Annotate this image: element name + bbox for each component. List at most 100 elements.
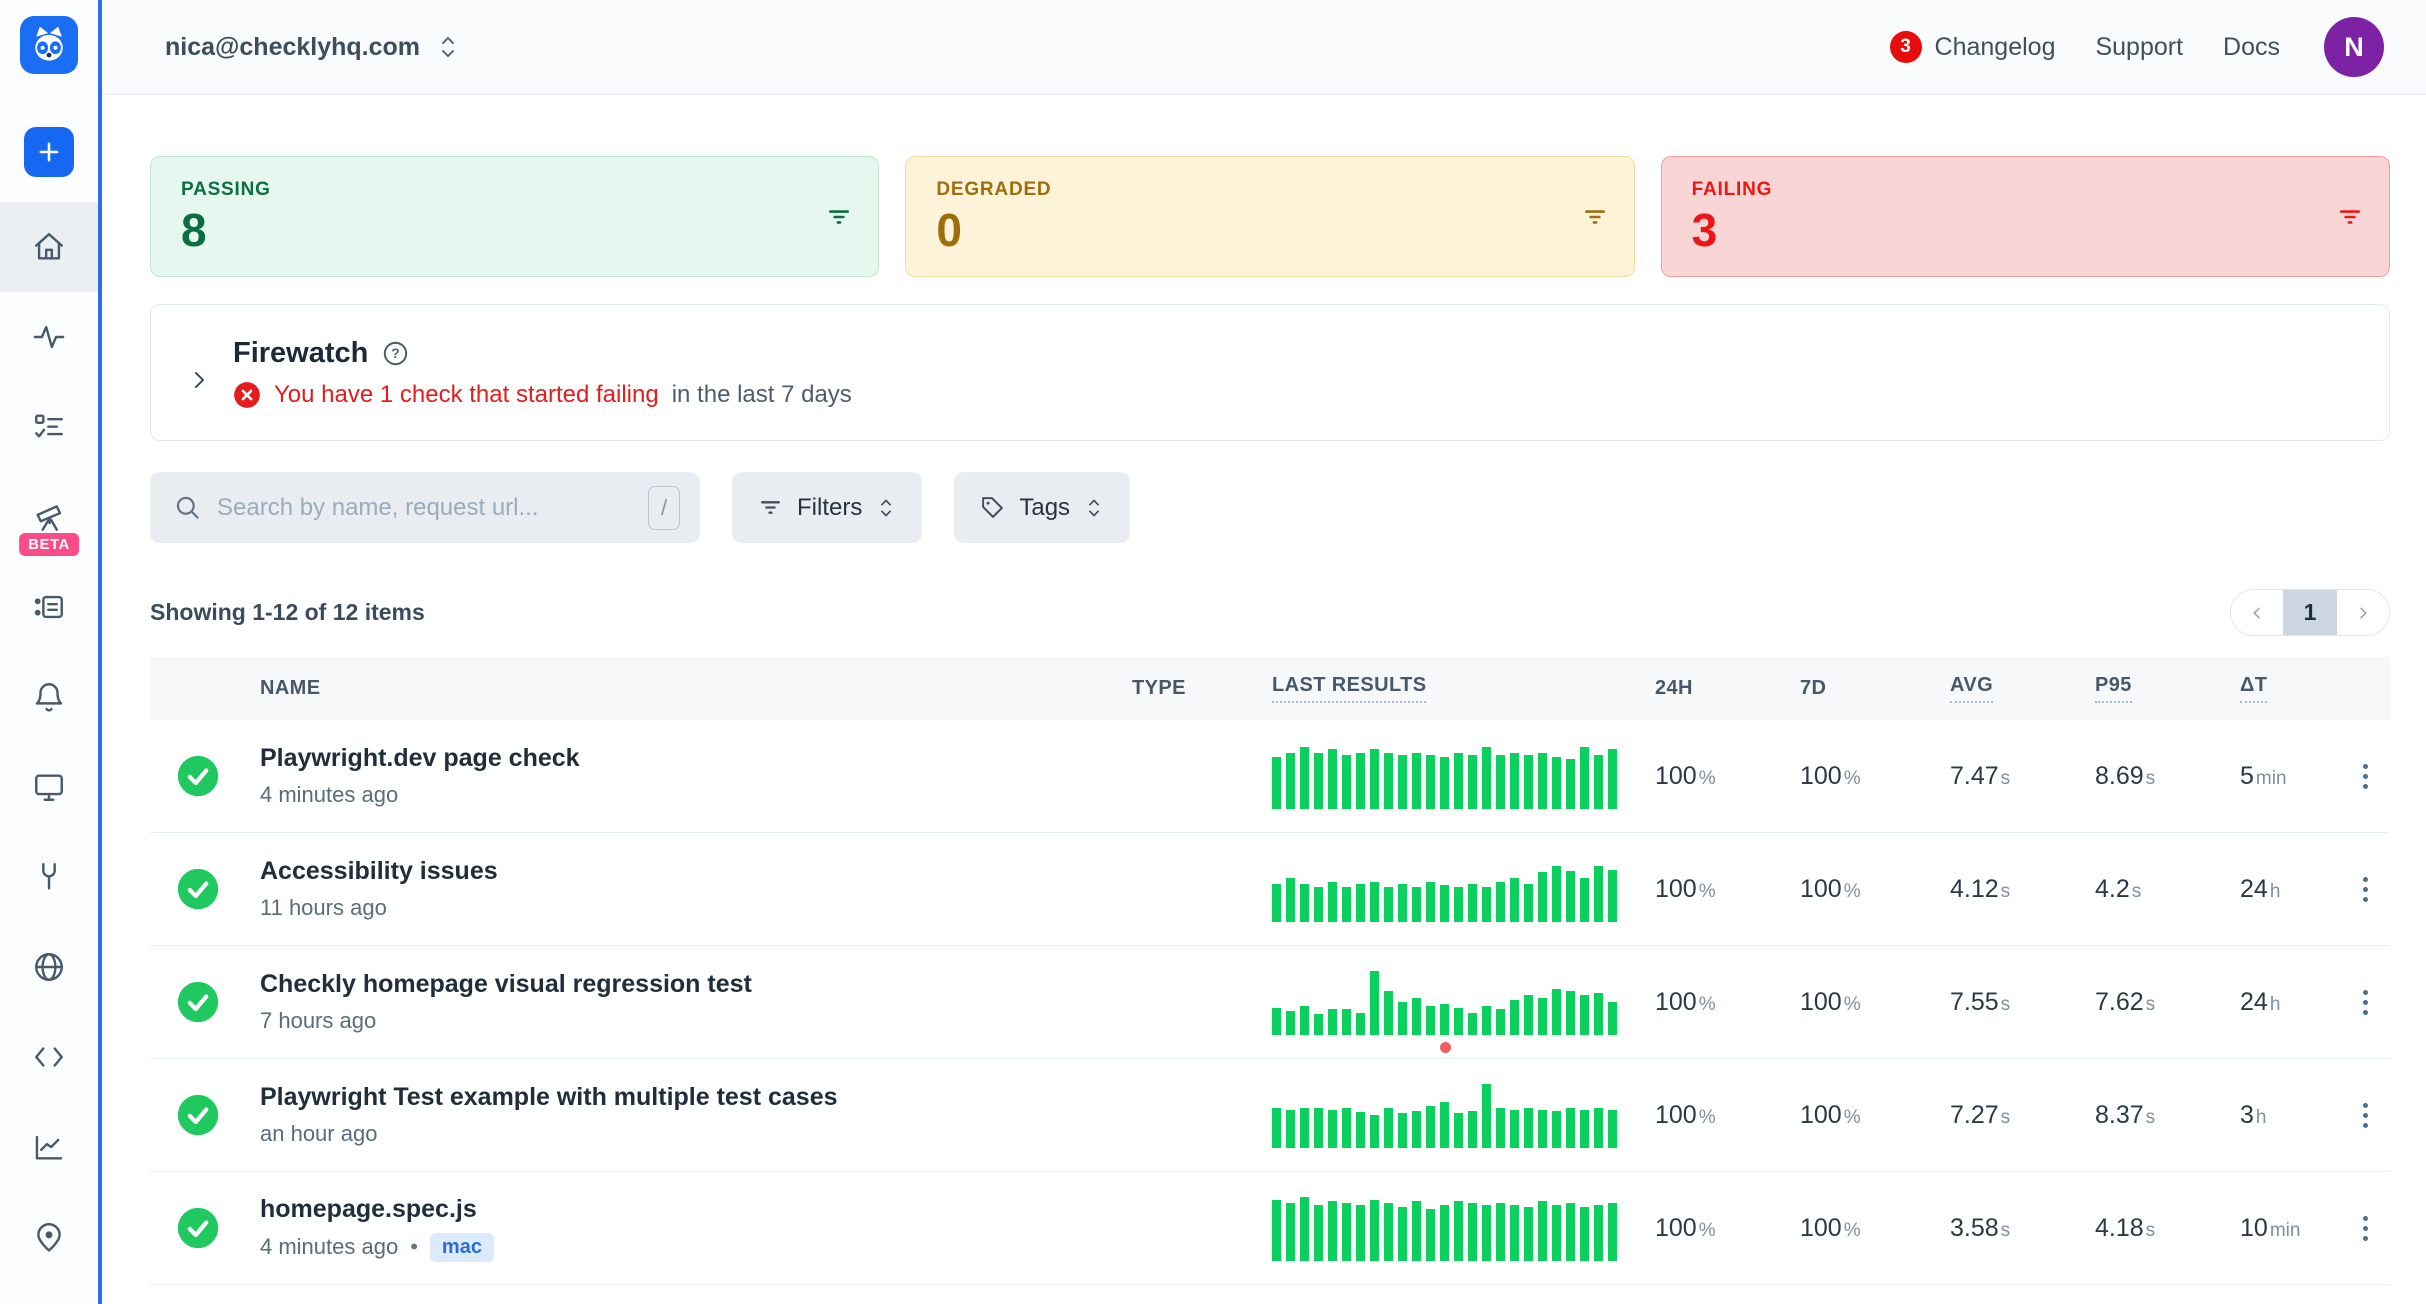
tags-button[interactable]: Tags [954,472,1130,543]
failing-label: FAILING [1692,179,2359,201]
check-name[interactable]: homepage.spec.js [260,1195,1120,1224]
sidebar-item-home[interactable] [0,202,98,292]
chevron-updown-icon [436,32,460,62]
check-name[interactable]: Playwright.dev page check [260,744,1120,773]
sidebar-item-telescope-beta[interactable]: BETA [0,472,98,562]
search-icon [174,494,201,521]
account-switcher[interactable]: nica@checklyhq.com [165,32,460,62]
interval-value: 10min [2235,1214,2340,1243]
uptime-7d-value: 100% [1795,762,1945,791]
sidebar-item-checks[interactable] [0,382,98,472]
row-menu-button[interactable] [2340,877,2390,902]
docs-link[interactable]: Docs [2223,33,2280,62]
firewatch-expand-button[interactable] [187,368,211,392]
p95-value: 7.62s [2090,988,2235,1017]
table-body: Playwright.dev page check 4 minutes ago … [150,720,2390,1285]
check-name[interactable]: Checkly homepage visual regression test [260,970,1120,999]
search-box[interactable]: / [150,472,700,543]
row-menu-button[interactable] [2340,764,2390,789]
check-meta: an hour ago [260,1121,1120,1147]
raccoon-icon [27,23,71,67]
degraded-card[interactable]: DEGRADED 0 [905,156,1634,277]
search-shortcut-key: / [648,486,680,530]
sidebar-item-code[interactable] [0,1012,98,1102]
table-row[interactable]: Playwright Test example with multiple te… [150,1059,2390,1172]
support-link[interactable]: Support [2095,33,2183,62]
check-meta: 7 hours ago [260,1008,1120,1034]
checklist-icon [32,410,66,444]
telescope-icon [32,500,66,534]
failed-run-dot[interactable] [1440,1042,1451,1053]
degraded-filter-button[interactable] [1582,204,1608,230]
check-tag-badge: mac [430,1233,494,1262]
table-row[interactable]: homepage.spec.js 4 minutes ago • mac 100… [150,1172,2390,1285]
filters-button[interactable]: Filters [732,472,922,543]
user-avatar[interactable]: N [2324,17,2384,77]
firewatch-title: Firewatch [233,337,368,370]
search-input[interactable] [217,494,632,522]
code-brackets-icon [32,1040,66,1074]
plus-icon [35,138,63,166]
wrench-icon [32,860,66,894]
sidebar-item-activity[interactable] [0,292,98,382]
sidebar-item-run-log[interactable] [0,562,98,652]
firewatch-help-button[interactable]: ? [382,340,409,367]
next-page-button[interactable] [2337,590,2389,635]
uptime-24h-value: 100% [1650,762,1795,791]
row-menu-button[interactable] [2340,990,2390,1015]
table-row[interactable]: Checkly homepage visual regression test … [150,946,2390,1059]
last-results-bar-chart[interactable] [1272,856,1617,922]
passing-label: PASSING [181,179,848,201]
sidebar-item-globe[interactable] [0,922,98,1012]
create-new-button[interactable] [24,127,74,177]
last-results-bar-chart[interactable] [1272,1082,1617,1148]
last-results-bar-chart[interactable] [1272,1195,1617,1261]
uptime-24h-value: 100% [1650,988,1795,1017]
failing-card[interactable]: FAILING 3 [1661,156,2390,277]
column-p95[interactable]: P95 [2095,674,2132,703]
table-row[interactable]: Playwright.dev page check 4 minutes ago … [150,720,2390,833]
check-meta: 11 hours ago [260,895,1120,921]
column-delta-t[interactable]: ΔT [2240,674,2267,703]
firewatch-panel: Firewatch ? You have [150,304,2390,441]
status-passing-icon [176,980,220,1024]
beta-badge: BETA [19,533,79,556]
changelog-link[interactable]: 3 Changelog [1890,31,2056,63]
chevron-updown-icon [876,495,896,521]
failing-filter-button[interactable] [2337,204,2363,230]
status-cards: PASSING 8 DEGRADED 0 [150,156,2390,277]
last-results-bar-chart[interactable] [1272,743,1617,809]
row-menu-button[interactable] [2340,1103,2390,1128]
sidebar-item-locations[interactable] [0,1192,98,1282]
avg-value: 7.47s [1945,762,2090,791]
uptime-7d-value: 100% [1795,988,1945,1017]
uptime-7d-value: 100% [1795,875,1945,904]
table-row[interactable]: Accessibility issues 11 hours ago 100% 1… [150,833,2390,946]
column-type: TYPE [1120,677,1260,700]
column-last-results[interactable]: LAST RESULTS [1272,674,1426,703]
check-meta: 4 minutes ago • mac [260,1233,1120,1262]
sidebar-item-alerts[interactable] [0,652,98,742]
sidebar-item-maintenance[interactable] [0,832,98,922]
check-name[interactable]: Playwright Test example with multiple te… [260,1083,1120,1112]
separator-dot: • [410,1234,418,1260]
column-avg[interactable]: AVG [1950,674,1993,703]
column-7d: 7D [1795,677,1945,700]
run-log-icon [32,590,66,624]
sidebar-item-dashboards[interactable] [0,742,98,832]
changelog-label: Changelog [1935,33,2056,62]
check-name[interactable]: Accessibility issues [260,857,1120,886]
passing-filter-button[interactable] [826,204,852,230]
interval-value: 5min [2235,762,2340,791]
filter-icon [1582,204,1608,230]
check-meta: 4 minutes ago [260,782,1120,808]
sidebar-item-analytics[interactable] [0,1102,98,1192]
p95-value: 8.69s [2090,762,2235,791]
passing-count: 8 [181,207,848,253]
toolbar: / Filters Tags [150,472,2390,543]
row-menu-button[interactable] [2340,1216,2390,1241]
previous-page-button[interactable] [2231,590,2283,635]
last-results-bar-chart[interactable] [1272,969,1617,1035]
checkly-logo[interactable] [20,16,78,74]
passing-card[interactable]: PASSING 8 [150,156,879,277]
